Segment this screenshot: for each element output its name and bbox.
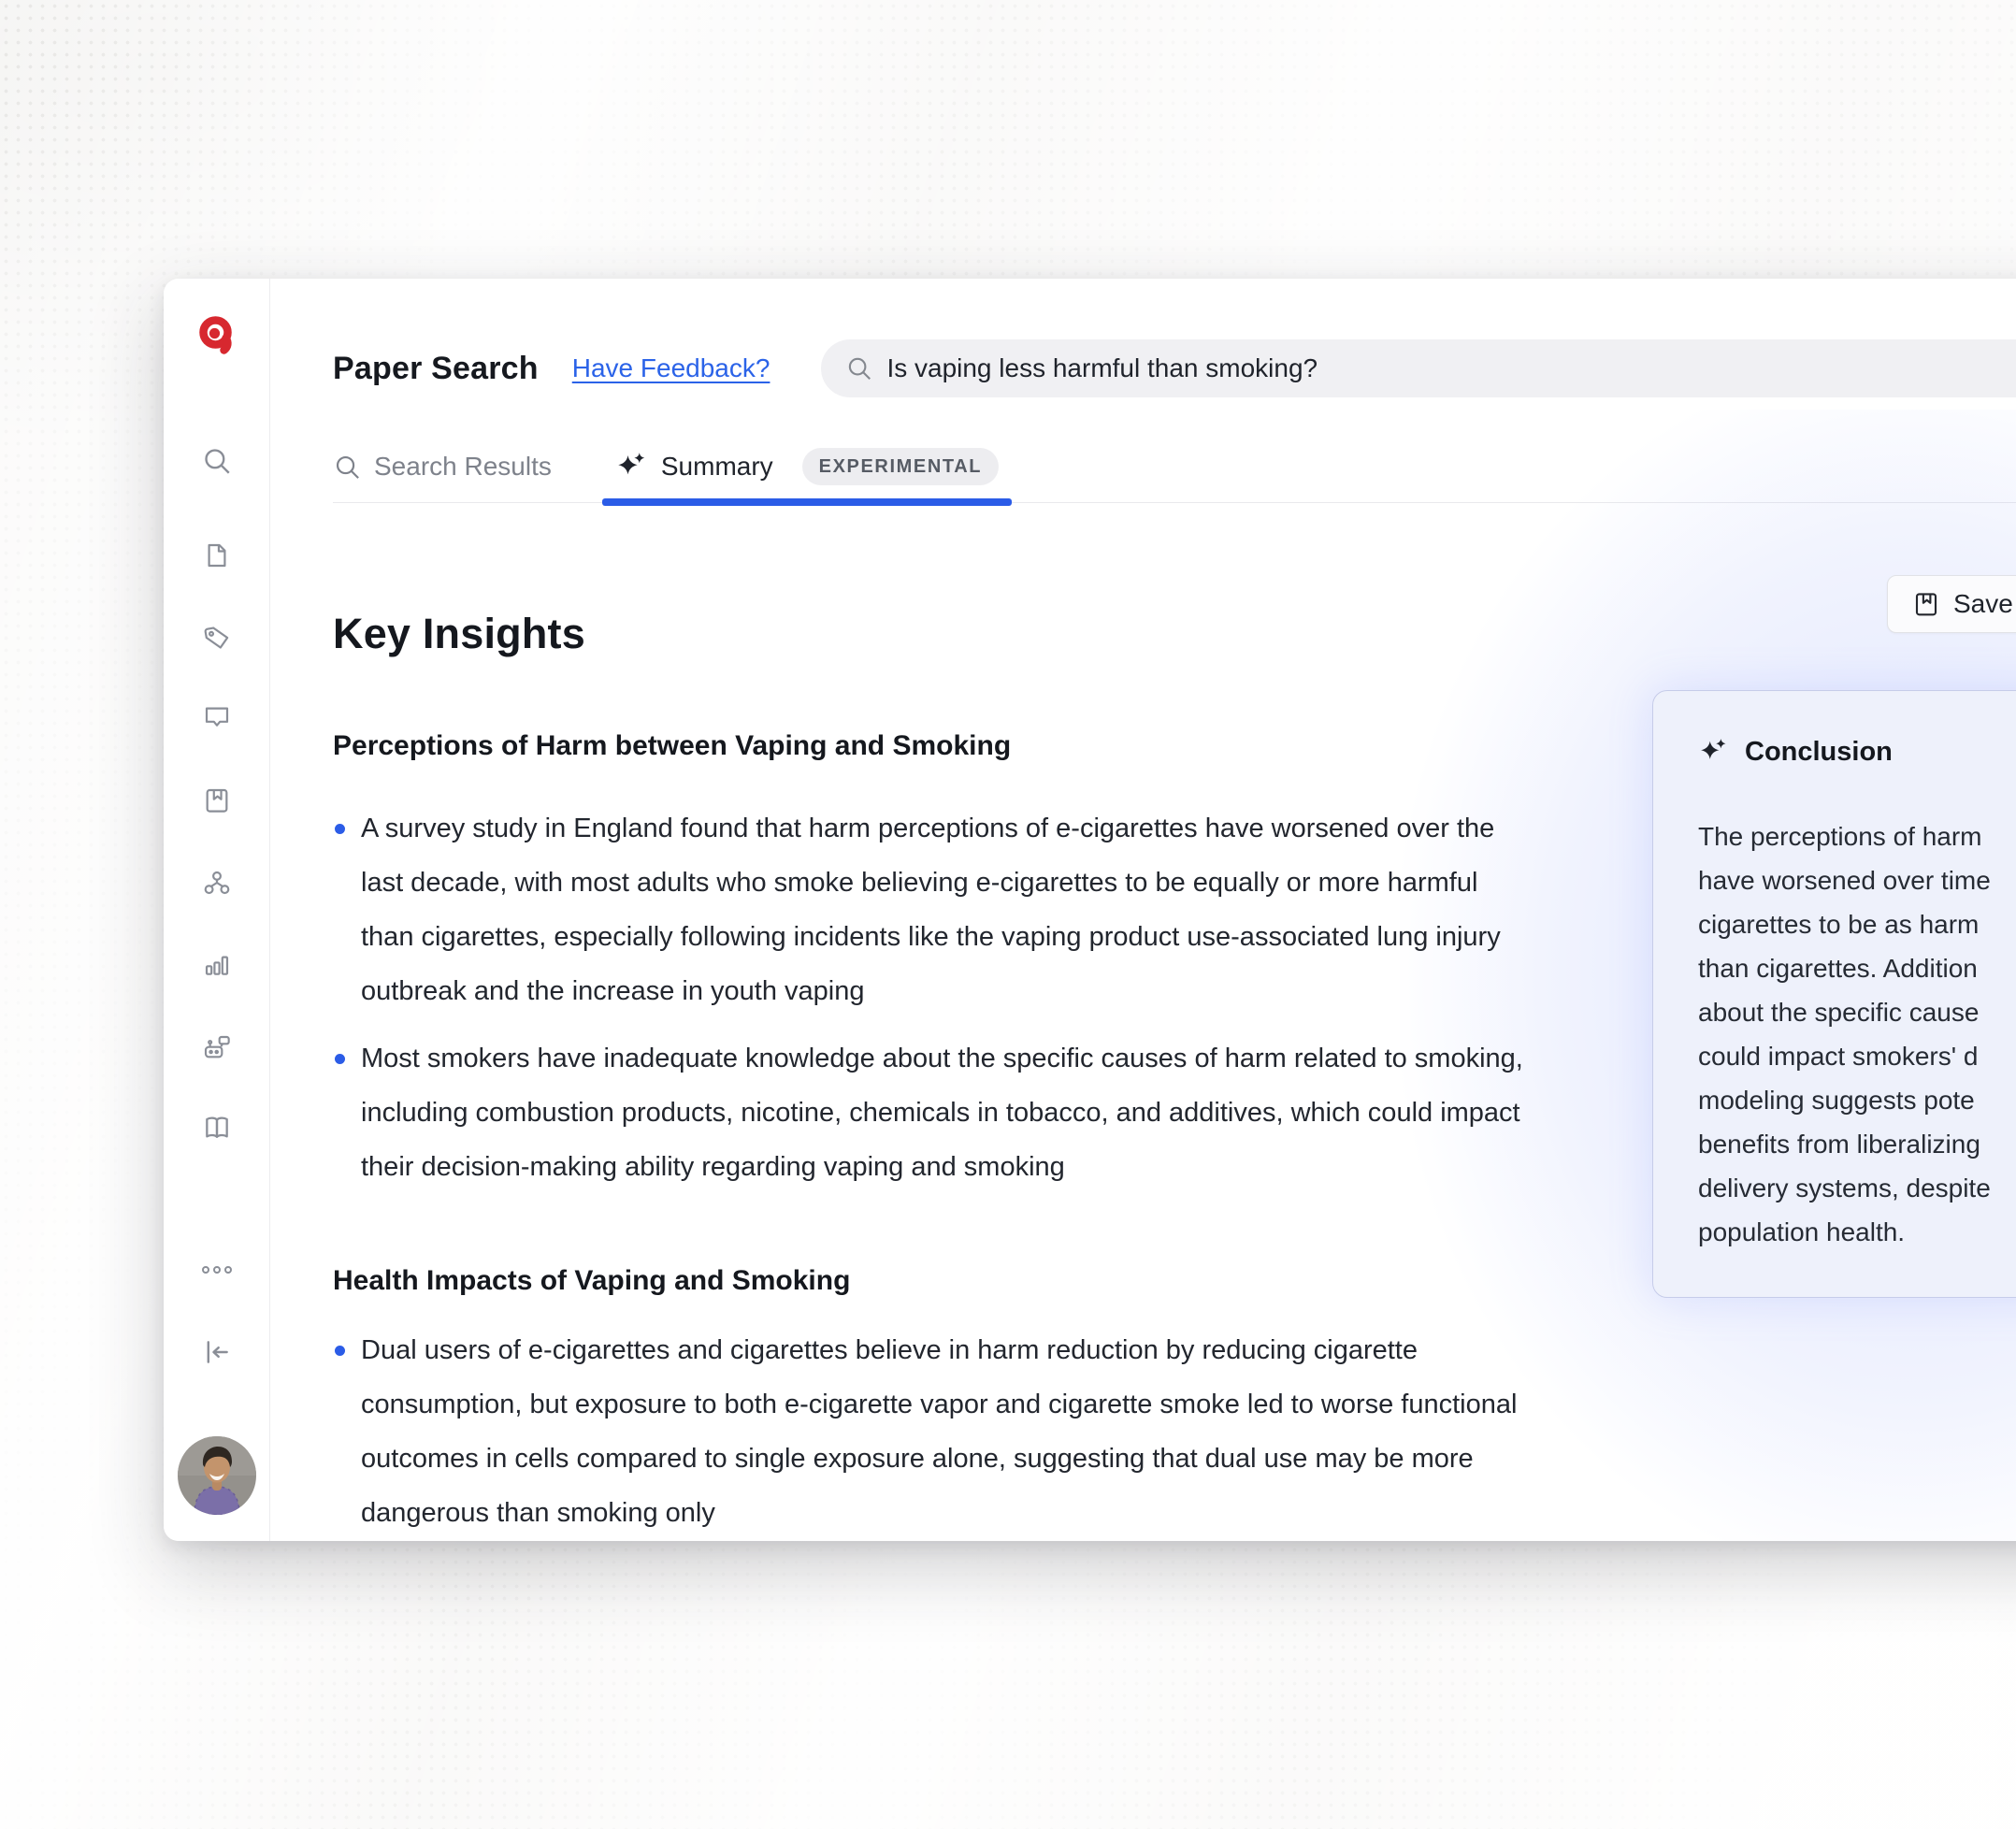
section-heading: Health Impacts of Vaping and Smoking: [333, 1263, 1530, 1299]
section-heading: Perceptions of Harm between Vaping and S…: [333, 728, 1530, 764]
document-icon[interactable]: [202, 541, 231, 570]
conclusion-line: The perceptions of harm: [1698, 814, 2016, 858]
sparkles-icon: [1698, 736, 1730, 768]
bullet-list: Dual users of e-cigarettes and cigarette…: [333, 1323, 1530, 1540]
page-header: Paper Search Have Feedback?: [333, 339, 2016, 397]
conclusion-line: have worsened over time: [1698, 858, 2016, 902]
feedback-link[interactable]: Have Feedback?: [572, 353, 770, 383]
conclusion-panel: Conclusion The perceptions of harm have …: [1652, 690, 2016, 1298]
conclusion-line: population health.: [1698, 1210, 2016, 1254]
more-options-icon[interactable]: [200, 1263, 234, 1276]
sidebar: [164, 279, 270, 1541]
search-input[interactable]: [886, 353, 2016, 383]
search-icon: [845, 354, 873, 382]
save-button[interactable]: Save: [1887, 575, 2016, 633]
page-title-label: Paper Search: [333, 351, 539, 387]
library-book-icon[interactable]: [202, 1113, 232, 1143]
app-logo-icon[interactable]: [195, 313, 238, 356]
saved-items-icon[interactable]: [202, 786, 231, 815]
conclusion-line: benefits from liberalizing: [1698, 1122, 2016, 1166]
avatar[interactable]: [178, 1436, 256, 1515]
assistant-bot-icon[interactable]: [202, 1031, 232, 1061]
tab-summary[interactable]: Summary EXPERIMENTAL: [604, 431, 1010, 502]
conclusion-header: Conclusion: [1698, 736, 2016, 768]
network-graph-icon[interactable]: [202, 869, 231, 898]
insight-bullet: Dual users of e-cigarettes and cigarette…: [333, 1323, 1530, 1540]
insight-bullet: A survey study in England found that har…: [333, 801, 1530, 1018]
search-icon[interactable]: [201, 445, 233, 477]
conclusion-line: than cigarettes. Addition: [1698, 946, 2016, 990]
experimental-badge: EXPERIMENTAL: [802, 448, 999, 485]
insight-bullet: Most smokers have inadequate knowledge a…: [333, 1031, 1530, 1194]
insights-column: Perceptions of Harm between Vaping and S…: [333, 728, 1530, 1540]
bullet-list: A survey study in England found that har…: [333, 801, 1530, 1194]
collapse-sidebar-icon[interactable]: [201, 1336, 233, 1368]
conclusion-line: delivery systems, despite: [1698, 1166, 2016, 1210]
conclusion-text: The perceptions of harm have worsened ov…: [1698, 814, 2016, 1254]
tabs: Search Results Summary EXPERIMENTAL: [333, 431, 2016, 503]
key-insights-title: Key Insights: [333, 610, 2016, 658]
search-bar[interactable]: [821, 339, 2016, 397]
metrics-bar-chart-icon[interactable]: [202, 951, 231, 980]
bookmark-icon: [1912, 590, 1940, 618]
app-window: Paper Search Have Feedback? Search Resul…: [164, 279, 2016, 1541]
conclusion-line: could impact smokers' d: [1698, 1034, 2016, 1078]
tab-summary-label: Summary: [661, 452, 773, 482]
tab-search-results-label: Search Results: [374, 452, 552, 482]
conclusion-title: Conclusion: [1745, 737, 1893, 768]
conclusion-line: about the specific cause: [1698, 990, 2016, 1034]
main-area: Paper Search Have Feedback? Search Resul…: [270, 279, 2016, 1541]
tag-icon[interactable]: [202, 624, 231, 653]
tab-search-results[interactable]: Search Results: [333, 431, 552, 502]
summary-content: Key Insights Save Perceptions of Harm be…: [270, 503, 2016, 1541]
conclusion-line: modeling suggests pote: [1698, 1078, 2016, 1122]
search-results-icon: [333, 453, 362, 482]
sparkles-icon: [615, 450, 649, 483]
comment-icon[interactable]: [202, 702, 231, 731]
save-button-label: Save: [1953, 589, 2013, 619]
conclusion-line: cigarettes to be as harm: [1698, 902, 2016, 946]
